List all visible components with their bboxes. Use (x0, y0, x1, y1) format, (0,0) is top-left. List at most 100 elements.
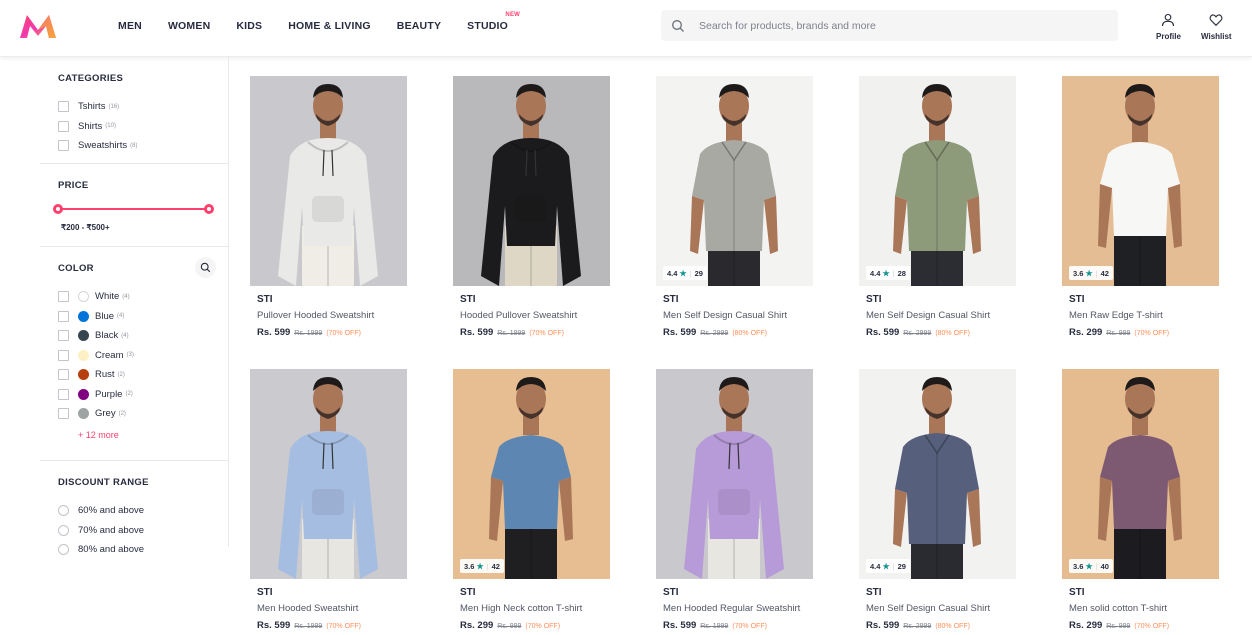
rating-value: 4.4 (870, 268, 881, 278)
product-mrp: Rs. 999 (497, 623, 522, 630)
more-colors-link[interactable]: + 12 more (78, 430, 228, 440)
color-label: Blue (95, 310, 115, 322)
rating-divider: | (1095, 561, 1098, 571)
nav-item-men[interactable]: MEN (118, 20, 142, 32)
product-card[interactable]: STI Hooded Pullover Sweatshirt Rs. 599 Rs. … (453, 76, 610, 366)
profile-icon (1162, 13, 1175, 27)
product-image (250, 369, 407, 579)
wishlist-button[interactable]: Wishlist (1201, 13, 1232, 41)
product-card[interactable]: 4.4 ★ | 28 STI Men Self Design Casual Shirt Rs… (859, 76, 1016, 366)
color-option[interactable]: Grey (2) (58, 404, 228, 424)
product-name: Hooded Pullover Sweatshirt (460, 310, 578, 321)
checkbox[interactable] (58, 140, 69, 152)
product-brand: STI (866, 587, 882, 598)
nav-item-kids[interactable]: KIDS (236, 20, 262, 32)
product-image-frame[interactable] (453, 76, 610, 286)
product-price: Rs. 299 (460, 620, 494, 631)
product-card[interactable]: STI Pullover Hooded Sweatshirt Rs. 599 Rs. … (250, 76, 407, 366)
checkbox[interactable] (58, 388, 69, 400)
star-icon: ★ (882, 561, 890, 571)
review-count: 42 (1100, 268, 1109, 278)
filter-sidebar: CATEGORIES Tshirts (16) Shirts (10) Sweatshi… (40, 57, 229, 556)
price-slider[interactable] (53, 204, 214, 214)
nav-item-label: HOME & LIVING (288, 20, 371, 32)
checkbox[interactable] (58, 310, 69, 322)
product-image-frame[interactable]: 4.4 ★ | 29 (859, 369, 1016, 579)
profile-button[interactable]: Profile (1156, 13, 1181, 41)
product-image-frame[interactable]: 3.6 ★ | 42 (1062, 76, 1219, 286)
product-discount: (80% OFF) (732, 330, 767, 337)
search-bar[interactable] (661, 10, 1118, 41)
category-option[interactable]: Shirts (10) (58, 117, 228, 137)
product-image-frame[interactable] (656, 369, 813, 579)
myntra-logo[interactable] (18, 12, 58, 40)
color-option[interactable]: Rust (2) (58, 365, 228, 385)
product-card[interactable]: 3.6 ★ | 42 STI Men Raw Edge T-shirt Rs. 299 Rs.… (1062, 76, 1219, 366)
product-brand: STI (1069, 294, 1085, 305)
discount-label: 60% and above (78, 505, 145, 517)
product-image-frame[interactable] (250, 369, 407, 579)
product-image (656, 369, 813, 579)
product-card[interactable]: 3.6 ★ | 42 STI Men High Neck cotton T-shirt Rs… (453, 369, 610, 635)
category-option[interactable]: Tshirts (16) (58, 97, 228, 117)
product-card[interactable]: 4.4 ★ | 29 STI Men Self Design Casual Shirt Rs… (859, 369, 1016, 635)
nav-item-beauty[interactable]: BEAUTY (397, 20, 441, 32)
category-option[interactable]: Sweatshirts (8) (58, 136, 228, 156)
slider-max-handle[interactable] (204, 204, 214, 214)
rating-divider: | (486, 561, 489, 571)
product-image-frame[interactable]: 4.4 ★ | 28 (859, 76, 1016, 286)
checkbox[interactable] (58, 291, 69, 303)
product-image-frame[interactable]: 3.6 ★ | 42 (453, 369, 610, 579)
product-card[interactable]: STI Men Hooded Sweatshirt Rs. 599 Rs. 1999(… (250, 369, 407, 635)
checkbox[interactable] (58, 101, 69, 113)
product-name: Men Hooded Regular Sweatshirt (663, 603, 801, 614)
discount-option[interactable]: 70% and above (58, 521, 228, 541)
slider-min-handle[interactable] (53, 204, 63, 214)
nav-item-studio[interactable]: STUDIO NEW (467, 12, 520, 32)
radio-button[interactable] (58, 505, 69, 517)
color-option[interactable]: Cream (3) (58, 346, 228, 366)
color-option[interactable]: Purple (2) (58, 385, 228, 405)
review-count: 29 (897, 561, 906, 571)
top-header: MEN WOMEN KIDS HOME & LIVING BEAUTY STUDIO NEW… (0, 0, 1252, 57)
product-brand: STI (1069, 587, 1085, 598)
product-mrp: Rs. 1999 (700, 623, 729, 630)
color-search-button[interactable] (195, 257, 216, 278)
nav-item-home-living[interactable]: HOME & LIVING (288, 20, 371, 32)
star-icon: ★ (882, 268, 890, 278)
radio-button[interactable] (58, 524, 69, 536)
nav-item-women[interactable]: WOMEN (168, 20, 210, 32)
color-count: (2) (117, 371, 125, 378)
star-icon: ★ (476, 561, 484, 571)
checkbox[interactable] (58, 408, 69, 420)
color-option[interactable]: Blue (4) (58, 307, 228, 327)
product-card[interactable]: 3.6 ★ | 40 STI Men solid cotton T-shirt Rs. 29… (1062, 369, 1219, 635)
discount-option[interactable]: 60% and above (58, 501, 228, 521)
checkbox[interactable] (58, 369, 69, 381)
search-input[interactable] (699, 19, 1079, 32)
price-line: Rs. 599 Rs. 1999 (70% OFF) (663, 620, 813, 631)
rating-divider: | (892, 561, 895, 571)
price-filter: PRICE ₹200 - ₹500+ (40, 164, 228, 247)
checkbox[interactable] (58, 120, 69, 132)
product-mrp: Rs. 1999 (294, 623, 323, 630)
radio-button[interactable] (58, 544, 69, 556)
color-label: Rust (95, 369, 115, 381)
product-brand: STI (257, 294, 273, 305)
product-image-frame[interactable]: 3.6 ★ | 40 (1062, 369, 1219, 579)
product-image-frame[interactable]: 4.4 ★ | 29 (656, 76, 813, 286)
product-image-frame[interactable] (250, 76, 407, 286)
heart-icon (1209, 14, 1223, 27)
rating-divider: | (892, 268, 895, 278)
product-card[interactable]: STI Men Hooded Regular Sweatshirt Rs. 599 R… (656, 369, 813, 635)
checkbox[interactable] (58, 349, 69, 361)
rating-value: 4.4 (667, 268, 678, 278)
price-line: Rs. 599 Rs. 2999 (80% OFF) (866, 620, 1016, 631)
discount-option[interactable]: 80% and above (58, 540, 228, 560)
product-discount: (70% OFF) (1134, 623, 1170, 630)
checkbox[interactable] (58, 330, 69, 342)
product-discount: (70% OFF) (326, 330, 361, 337)
product-card[interactable]: 4.4 ★ | 29 STI Men Self Design Casual Shirt Rs… (656, 76, 813, 366)
color-option[interactable]: White (4) (58, 287, 228, 307)
color-option[interactable]: Black (4) (58, 326, 228, 346)
